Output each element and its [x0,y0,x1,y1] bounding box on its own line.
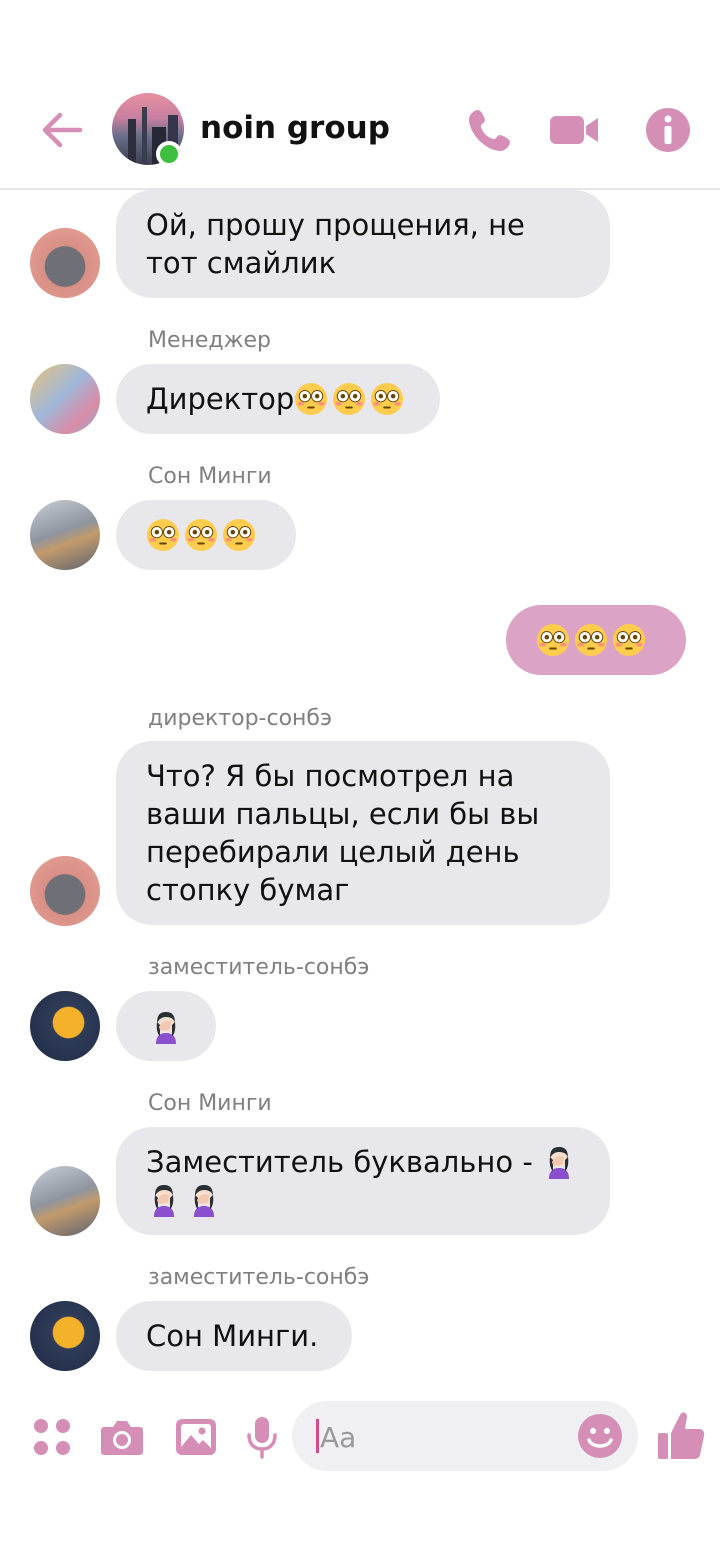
back-arrow-icon[interactable] [38,106,86,154]
avatar[interactable] [30,1166,100,1236]
avatar[interactable] [30,1301,100,1371]
avatar[interactable] [30,856,100,926]
sender-name: Менеджер [148,328,271,353]
outgoing-message-bubble[interactable] [506,605,686,675]
text-cursor [316,1419,319,1453]
chat-header: noin group [0,0,720,190]
flushed-face-icon [184,518,218,552]
message-bubble[interactable] [116,991,216,1061]
flushed-face-icon [574,623,608,657]
facepalm-icon [146,1181,182,1217]
facepalm-icon [148,1008,184,1044]
flushed-face-icon [370,382,404,416]
facepalm-icon [186,1181,222,1217]
apps-icon[interactable] [28,1413,76,1461]
sender-name: Сон Минги [148,464,272,489]
emoji-icon[interactable] [576,1412,624,1460]
message-text: Ой, прошу прощения, не тот смайлик [146,208,525,280]
flushed-face-icon [332,382,366,416]
sender-name: заместитель-сонбэ [148,955,370,980]
message-text: Заместитель буквально - [146,1145,533,1179]
facepalm-icon [541,1143,577,1179]
phone-icon[interactable] [464,104,516,156]
message-bubble[interactable] [116,500,296,570]
avatar[interactable] [30,991,100,1061]
chat-title[interactable]: noin group [200,110,390,146]
thumbs-up-icon[interactable] [656,1409,706,1463]
sender-name: заместитель-сонбэ [148,1265,370,1290]
video-camera-icon[interactable] [548,104,600,156]
message-bubble[interactable]: Заместитель буквально - [116,1127,610,1235]
avatar[interactable] [30,364,100,434]
camera-icon[interactable] [98,1413,146,1461]
avatar[interactable] [30,228,100,298]
flushed-face-icon [536,623,570,657]
message-bubble[interactable]: Ой, прошу прощения, не тот смайлик [116,190,610,298]
sender-name: директор-сонбэ [148,706,333,731]
message-bubble[interactable]: Что? Я бы посмотрел на ваши пальцы, если… [116,741,610,925]
message-text: Что? Я бы посмотрел на ваши пальцы, если… [146,759,540,907]
message-bubble[interactable]: Директор [116,364,440,434]
gallery-icon[interactable] [172,1413,220,1461]
flushed-face-icon [146,518,180,552]
message-text: Сон Минги. [146,1319,319,1353]
info-icon[interactable] [642,104,694,156]
sender-name: Сон Минги [148,1091,272,1116]
microphone-icon[interactable] [238,1413,286,1461]
online-status-dot [156,141,182,167]
avatar[interactable] [30,500,100,570]
flushed-face-icon [612,623,646,657]
flushed-face-icon [294,382,328,416]
message-bubble[interactable]: Сон Минги. [116,1301,352,1371]
message-input-placeholder: Aa [320,1421,357,1454]
message-text: Директор [146,382,295,416]
flushed-face-icon [222,518,256,552]
